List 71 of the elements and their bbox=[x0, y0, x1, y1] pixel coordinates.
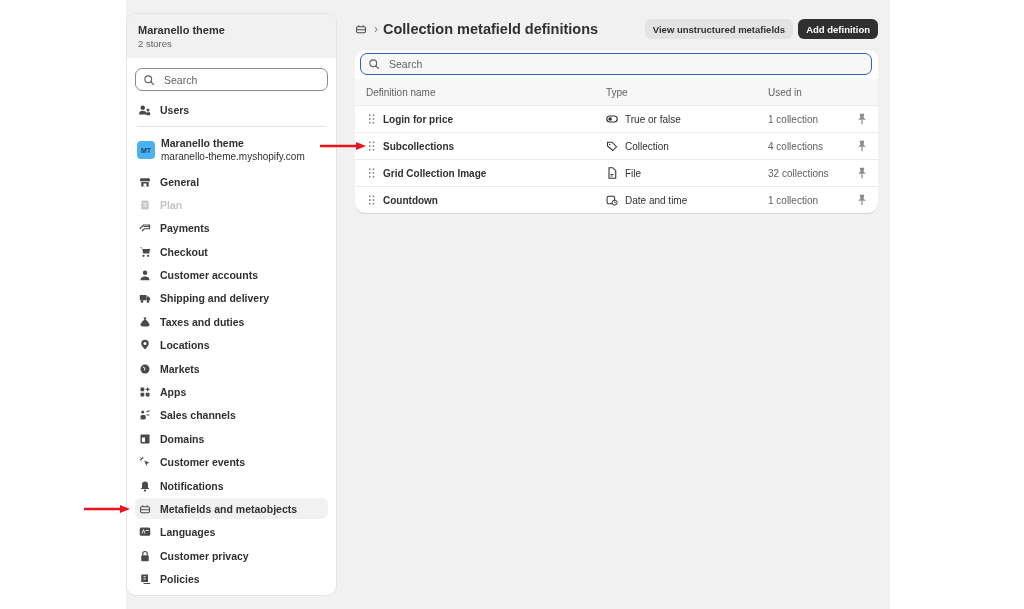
table-header: Definition name Type Used in bbox=[355, 79, 878, 105]
table-row[interactable]: Grid Collection Image File 32 collections bbox=[355, 159, 878, 186]
document-icon bbox=[139, 198, 151, 211]
definition-type: File bbox=[625, 167, 642, 179]
settings-nav-item[interactable]: Locations bbox=[135, 334, 328, 356]
add-definition-button[interactable]: Add definition bbox=[798, 19, 878, 39]
definition-type: True or false bbox=[625, 113, 681, 125]
bell-icon bbox=[139, 479, 151, 492]
store-switcher[interactable]: Maranello theme 2 stores bbox=[127, 14, 336, 58]
browser-icon bbox=[139, 432, 151, 445]
truck-icon bbox=[139, 292, 151, 305]
pin-icon bbox=[856, 113, 868, 125]
store-domain: maranello-theme.myshopify.com bbox=[161, 150, 305, 163]
file-icon bbox=[606, 167, 618, 179]
breadcrumb-separator: › bbox=[374, 22, 378, 36]
users-item[interactable]: Users bbox=[135, 99, 328, 120]
channels-icon bbox=[139, 409, 151, 422]
users-icon bbox=[139, 103, 151, 116]
settings-nav-item[interactable]: Apps bbox=[135, 381, 328, 403]
settings-nav-item[interactable]: Taxes and duties bbox=[135, 311, 328, 333]
pin-icon bbox=[856, 194, 868, 206]
settings-nav-item[interactable]: Notifications bbox=[135, 475, 328, 497]
definition-type: Date and time bbox=[625, 194, 688, 206]
toggle-icon bbox=[606, 113, 618, 125]
settings-nav-item[interactable]: Customer accounts bbox=[135, 264, 328, 286]
settings-nav-item[interactable]: Domains bbox=[135, 428, 328, 450]
store-icon bbox=[139, 175, 151, 188]
usage-count: 32 collections bbox=[768, 167, 830, 179]
settings-nav-item[interactable]: Markets bbox=[135, 358, 328, 380]
table-row[interactable]: Countdown Date and time 1 collection bbox=[355, 186, 878, 213]
settings-nav-item[interactable]: Payments bbox=[135, 217, 328, 239]
page-title: Collection metafield definitions bbox=[383, 21, 599, 37]
settings-nav-item[interactable]: Checkout bbox=[135, 241, 328, 263]
definition-name: Subcollections bbox=[383, 140, 455, 152]
definition-name: Countdown bbox=[383, 194, 438, 206]
search-field[interactable]: Search bbox=[135, 68, 328, 91]
money-bag-icon bbox=[139, 315, 151, 328]
apps-icon bbox=[139, 386, 151, 398]
table-row[interactable]: Login for price True or false 1 collection bbox=[355, 105, 878, 132]
settings-nav-item[interactable]: Customer privacy bbox=[135, 545, 328, 567]
search-field[interactable]: Search bbox=[360, 53, 872, 75]
person-icon bbox=[139, 269, 151, 282]
usage-count: 4 collections bbox=[768, 140, 825, 152]
settings-nav-item[interactable]: Customer events bbox=[135, 451, 328, 473]
pin-icon bbox=[856, 167, 868, 179]
cabinet-icon bbox=[355, 23, 367, 35]
definition-type: Collection bbox=[625, 140, 669, 152]
policy-icon bbox=[139, 573, 151, 586]
store-name: Maranello theme bbox=[138, 23, 226, 37]
view-metafields-button[interactable]: View unstructured metafields bbox=[644, 19, 794, 39]
tag-icon bbox=[606, 140, 618, 152]
usage-count: 1 collection bbox=[768, 194, 820, 206]
settings-nav-item[interactable]: Shipping and delivery bbox=[135, 287, 328, 309]
store-count: 2 stores bbox=[138, 37, 173, 50]
settings-nav-item[interactable]: Metafields and metaobjects bbox=[135, 498, 328, 520]
settings-nav-item[interactable]: Policies bbox=[135, 568, 328, 590]
pin-icon bbox=[856, 140, 868, 152]
settings-nav-item[interactable]: General bbox=[135, 171, 328, 192]
table-row[interactable]: Subcollections Collection 4 collections bbox=[355, 132, 878, 159]
translate-icon bbox=[139, 526, 151, 539]
cabinet-icon bbox=[139, 502, 151, 515]
usage-count: 1 collection bbox=[768, 113, 820, 125]
calendar-clock-icon bbox=[606, 194, 618, 206]
definition-name: Grid Collection Image bbox=[383, 167, 487, 179]
lock-icon bbox=[139, 549, 151, 562]
definition-name: Login for price bbox=[383, 113, 453, 125]
location-pin-icon bbox=[139, 339, 151, 352]
settings-nav-item[interactable]: Languages bbox=[135, 521, 328, 543]
cursor-click-icon bbox=[139, 456, 151, 469]
store-name: Maranello theme bbox=[161, 137, 245, 150]
settings-nav-item[interactable]: Sales channels bbox=[135, 404, 328, 426]
